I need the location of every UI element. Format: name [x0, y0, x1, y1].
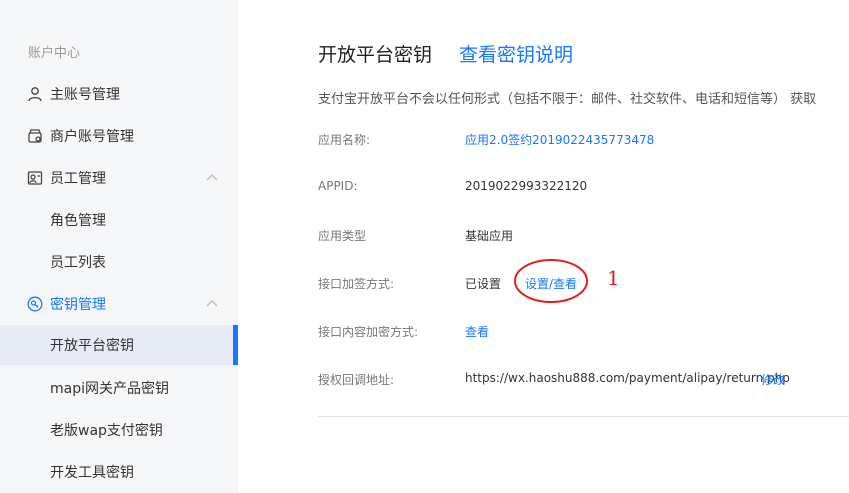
divider	[318, 416, 849, 417]
encrypt-method-label: 接口内容加密方式:	[318, 325, 419, 339]
sidebar-item-staff[interactable]: 员工管理	[0, 158, 238, 198]
sidebar: 账户中心 主账号管理 商户账号管理 员工管理 角色管理 员工列表 密钥管理 开放…	[0, 0, 238, 493]
user-icon	[28, 87, 42, 102]
sign-method-label: 接口加签方式:	[318, 277, 395, 291]
appid-value: 2019022993322120	[465, 179, 588, 193]
key-help-link[interactable]: 查看密钥说明	[459, 40, 573, 67]
app-name-link[interactable]: 应用2.0签约2019022435773478	[465, 131, 654, 148]
sidebar-item-label: 老版wap支付密钥	[50, 423, 163, 439]
callback-url-label: 授权回调地址:	[318, 373, 395, 387]
annotation-circle	[514, 259, 588, 303]
sidebar-item-roles[interactable]: 角色管理	[0, 200, 238, 240]
sidebar-item-key-management[interactable]: 密钥管理	[0, 284, 238, 324]
security-notice: 支付宝开放平台不会以任何形式（包括不限于：邮件、社交软件、电话和短信等） 获取	[318, 92, 817, 107]
sidebar-item-label: 员工管理	[50, 171, 106, 187]
active-indicator	[233, 325, 238, 365]
sidebar-item-devtool-key[interactable]: 开发工具密钥	[0, 452, 238, 492]
sidebar-item-label: 密钥管理	[50, 297, 106, 313]
app-type-value: 基础应用	[465, 229, 514, 243]
sidebar-item-label: 商户账号管理	[50, 129, 134, 145]
sidebar-item-open-platform-key[interactable]: 开放平台密钥	[0, 325, 238, 365]
sidebar-item-label: 开放平台密钥	[50, 338, 134, 354]
callback-url-value: https://wx.haoshu888.com/payment/alipay/…	[465, 371, 790, 385]
encrypt-view-link[interactable]: 查看	[465, 323, 489, 340]
sign-method-status: 已设置	[465, 277, 502, 291]
sidebar-item-staff-list[interactable]: 员工列表	[0, 242, 238, 282]
sidebar-item-label: 员工列表	[50, 255, 106, 271]
sidebar-item-main-account[interactable]: 主账号管理	[0, 74, 238, 114]
sidebar-title: 账户中心	[28, 46, 81, 61]
sidebar-item-label: mapi网关产品密钥	[50, 381, 169, 397]
annotation-number: 1	[607, 266, 620, 290]
staff-icon	[27, 171, 43, 185]
sidebar-item-label: 主账号管理	[50, 87, 120, 103]
store-icon	[28, 129, 42, 143]
sidebar-item-wap-key[interactable]: 老版wap支付密钥	[0, 410, 238, 450]
sidebar-item-mapi-key[interactable]: mapi网关产品密钥	[0, 368, 238, 408]
page-title: 开放平台密钥	[318, 44, 433, 66]
sidebar-item-merchant-account[interactable]: 商户账号管理	[0, 116, 238, 156]
app-type-label: 应用类型	[318, 229, 367, 243]
sidebar-item-label: 开发工具密钥	[50, 465, 134, 481]
chevron-up-icon[interactable]	[206, 172, 218, 184]
appid-label: APPID:	[318, 179, 358, 193]
callback-edit-link[interactable]: 修改	[761, 371, 785, 388]
chevron-up-icon[interactable]	[206, 298, 218, 310]
sidebar-item-label: 角色管理	[50, 213, 106, 229]
app-name-label: 应用名称:	[318, 133, 371, 147]
key-icon	[27, 296, 43, 312]
